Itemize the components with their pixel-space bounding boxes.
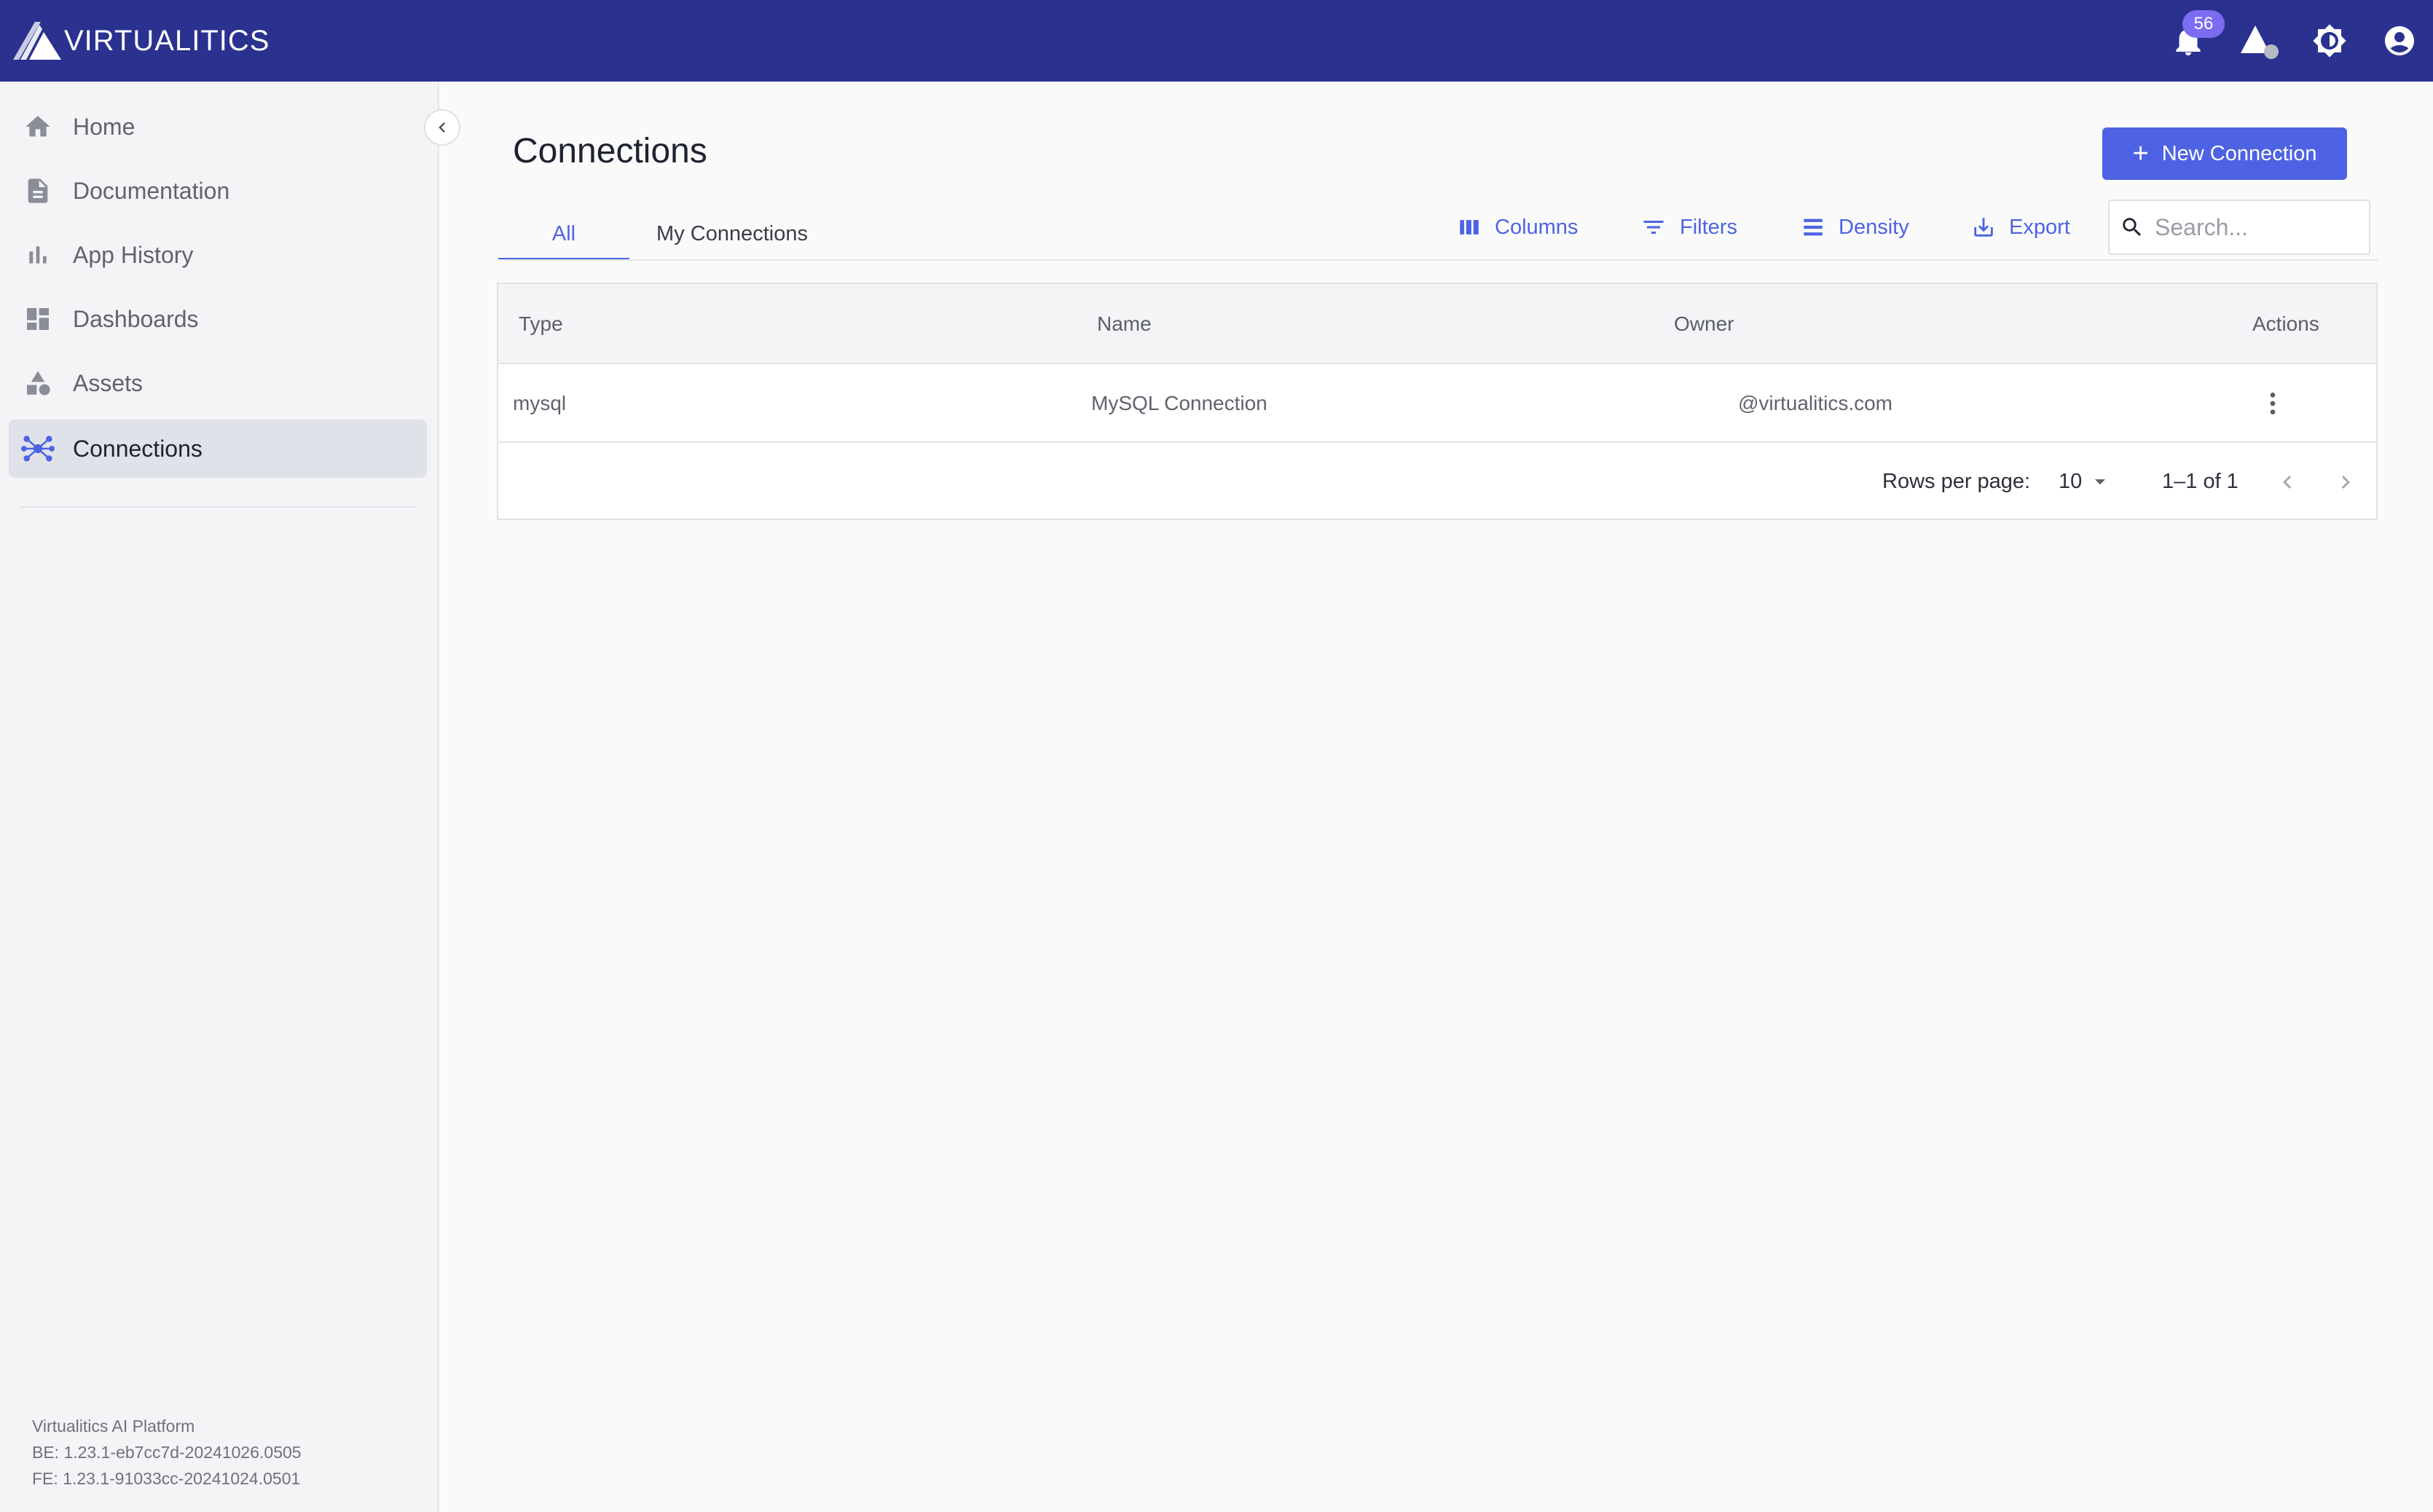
dropdown-arrow-icon	[2095, 479, 2106, 485]
search-box[interactable]	[2108, 200, 2370, 255]
tabs-divider	[498, 259, 2378, 261]
more-vert-icon	[2270, 393, 2276, 414]
frontend-version: FE: 1.23.1-91033cc-20241024.0501	[32, 1469, 301, 1488]
version-info: Virtualitics AI Platform BE: 1.23.1-eb7c…	[32, 1413, 302, 1492]
tab-all[interactable]: All	[498, 208, 629, 261]
plus-icon: +	[2132, 138, 2149, 169]
rows-per-page-select[interactable]: 10	[2059, 460, 2112, 503]
columns-button[interactable]: Columns	[1457, 208, 1578, 246]
notification-count-badge: 56	[2182, 10, 2225, 38]
brand-name: VIRTUALITICS	[64, 24, 270, 57]
backend-version: BE: 1.23.1-eb7cc7d-20241026.0505	[32, 1443, 302, 1462]
pagination-range: 1–1 of 1	[2162, 469, 2239, 493]
table-header: Type Name Owner Actions	[498, 284, 2376, 364]
sidebar-item-documentation[interactable]: Documentation	[9, 162, 427, 220]
sidebar-item-dashboards[interactable]: Dashboards	[9, 290, 427, 348]
dashboard-icon	[9, 290, 67, 348]
bar-chart-icon	[9, 226, 67, 284]
rows-per-page-label: Rows per page:	[1882, 469, 2031, 493]
sidebar-item-label: App History	[73, 241, 194, 268]
virtualitics-logo[interactable]: VIRTUALITICS	[13, 22, 270, 60]
chevron-right-icon	[2341, 476, 2350, 489]
column-header-type[interactable]: Type	[519, 284, 563, 364]
column-header-actions: Actions	[2252, 312, 2319, 335]
account-icon	[2385, 26, 2414, 55]
document-icon	[9, 162, 67, 220]
sidebar: Home Documentation App History Dashboard…	[0, 82, 439, 1512]
sidebar-item-app-history[interactable]: App History	[9, 226, 427, 284]
column-header-name[interactable]: Name	[1097, 284, 1152, 364]
export-button[interactable]: Export	[1971, 208, 2070, 246]
assets-button[interactable]	[2239, 20, 2280, 61]
cell-owner: @virtualitics.com	[1738, 392, 1893, 414]
logo-mark-icon	[13, 22, 61, 60]
account-button[interactable]	[2379, 20, 2420, 61]
home-icon	[9, 98, 67, 156]
sidebar-item-label: Dashboards	[73, 305, 199, 332]
columns-label: Columns	[1495, 215, 1579, 239]
table-pagination: Rows per page: 10 1–1 of 1	[498, 443, 2376, 520]
connections-table: Type Name Owner Actions mysql MySQL Conn…	[497, 283, 2378, 520]
sidebar-item-connections[interactable]: Connections	[9, 420, 427, 478]
sidebar-item-label: Connections	[73, 435, 203, 462]
row-actions-button[interactable]	[2252, 383, 2293, 424]
shapes-icon	[9, 354, 67, 412]
hub-icon	[9, 420, 67, 478]
previous-page-button[interactable]	[2265, 460, 2309, 504]
brightness-icon	[2313, 24, 2346, 58]
collapse-sidebar-button[interactable]	[424, 109, 460, 146]
cell-name: MySQL Connection	[1091, 392, 1267, 414]
sidebar-item-label: Documentation	[73, 177, 230, 204]
density-button[interactable]: Density	[1801, 208, 1909, 246]
export-label: Export	[2009, 215, 2070, 239]
search-icon	[2123, 218, 2142, 237]
density-icon	[1801, 215, 1825, 240]
chevron-left-icon	[2283, 476, 2292, 489]
table-row[interactable]: mysql MySQL Connection @virtualitics.com	[498, 364, 2376, 443]
filters-label: Filters	[1680, 215, 1737, 239]
page-title: Connections	[513, 132, 707, 170]
theme-toggle-button[interactable]	[2309, 20, 2350, 61]
download-icon	[1971, 215, 1996, 240]
filters-button[interactable]: Filters	[1640, 208, 1737, 246]
tab-my-connections[interactable]: My Connections	[641, 208, 823, 260]
assets-shape-icon	[2241, 25, 2279, 59]
columns-icon	[1457, 215, 1482, 240]
chevron-left-icon	[439, 122, 445, 133]
next-page-button[interactable]	[2324, 460, 2367, 504]
sidebar-item-assets[interactable]: Assets	[9, 354, 427, 412]
filter-icon	[1640, 214, 1667, 240]
sidebar-item-label: Assets	[73, 369, 144, 396]
density-label: Density	[1839, 215, 1909, 239]
new-connection-label: New Connection	[2161, 141, 2317, 165]
sidebar-divider	[20, 506, 415, 508]
sidebar-item-home[interactable]: Home	[9, 98, 427, 156]
search-input[interactable]	[2153, 213, 2365, 242]
cell-type: mysql	[513, 392, 567, 414]
platform-name: Virtualitics AI Platform	[32, 1417, 195, 1436]
column-header-owner[interactable]: Owner	[1674, 284, 1734, 364]
rows-per-page-value: 10	[2059, 469, 2083, 493]
new-connection-button[interactable]: + New Connection	[2102, 127, 2347, 180]
top-app-bar: VIRTUALITICS 56	[0, 0, 2433, 82]
sidebar-item-label: Home	[73, 113, 135, 140]
